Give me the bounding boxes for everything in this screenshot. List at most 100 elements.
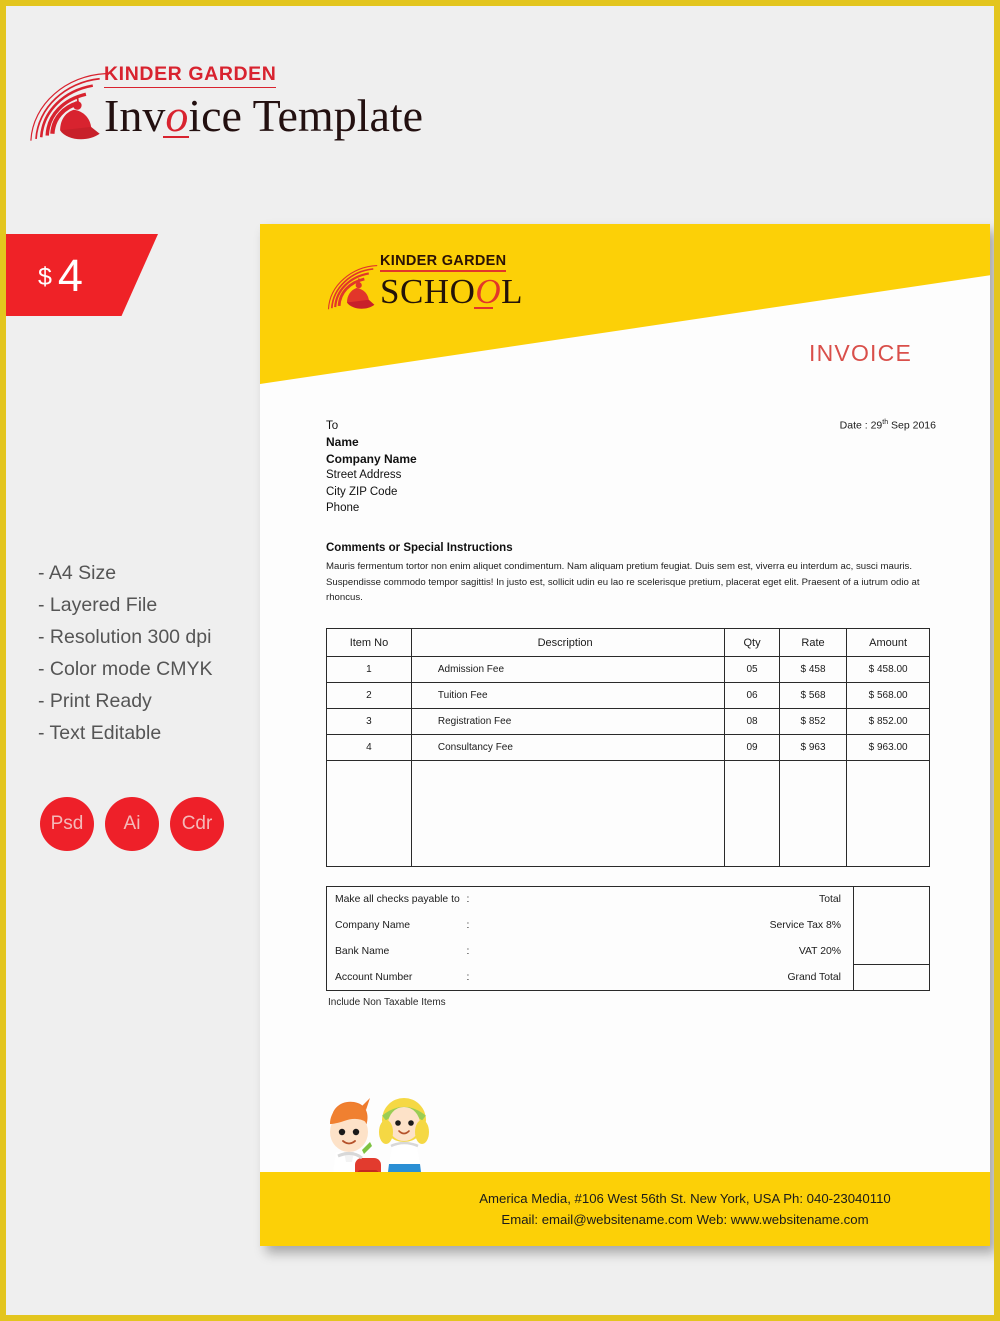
payment-label: Bank Name (326, 938, 467, 965)
list-item: - Text Editable (38, 722, 162, 744)
school-word-part1: SCHO (380, 272, 476, 311)
line-items-table: Item No Description Qty Rate Amount 1 Ad… (326, 628, 930, 867)
cell-rate: $ 458 (778, 656, 848, 683)
payment-value (479, 913, 694, 939)
file-format-badges: Psd Ai Cdr (40, 797, 224, 851)
invoice-date-prefix: Date : 29 (839, 419, 883, 432)
footer-contact-line: Email: email@websitename.com Web: www.we… (501, 1212, 869, 1227)
recipient-street: Street Address (326, 469, 402, 482)
recipient-city-zip: City ZIP Code (326, 485, 398, 498)
cell-description: Tuition Fee (410, 682, 726, 709)
invoice-date: Date : 29th Sep 2016 (840, 419, 936, 432)
column-header-amount: Amount (846, 628, 930, 657)
invoice-date-suffix: Sep 2016 (888, 419, 936, 432)
column-header-qty: Qty (724, 628, 780, 657)
school-word-accent-o: O (474, 272, 502, 311)
cell-empty (778, 760, 848, 867)
cell-description: Registration Fee (410, 708, 726, 735)
promo-brand-line: KINDER GARDEN (104, 63, 277, 89)
payment-label: Make all checks payable to (326, 886, 467, 913)
cell-item-no: 1 (326, 656, 412, 683)
school-brand-line: KINDER GARDEN (380, 253, 507, 272)
payment-value (479, 939, 694, 965)
invoice-footer-text: America Media, #106 West 56th St. New Yo… (359, 1188, 891, 1230)
payment-value (478, 964, 694, 991)
table-body: 1 Admission Fee 05 $ 458 $ 458.00 2 Tuit… (326, 656, 930, 867)
cell-empty (410, 760, 726, 867)
list-item: - A4 Size (38, 562, 117, 584)
cell-qty: 06 (724, 682, 780, 709)
cell-amount: $ 458.00 (846, 656, 930, 683)
to-label: To (326, 420, 339, 432)
payment-summary-table: Make all checks payable to : Total Compa… (326, 886, 930, 991)
cell-rate: $ 568 (778, 682, 848, 709)
summary-value (853, 964, 930, 991)
invoice-document: KINDER GARDEN SCHOOL INVOICE Date : 29th… (260, 224, 990, 1246)
summary-label: Grand Total (693, 964, 854, 991)
promo-header: KINDER GARDEN Invoice Template (24, 56, 454, 166)
payment-colon: : (466, 946, 470, 957)
payment-summary-body: Make all checks payable to : Total Compa… (326, 886, 930, 991)
cell-description: Consultancy Fee (410, 734, 726, 761)
column-header-item-no: Item No (326, 628, 412, 657)
cell-empty (724, 760, 780, 867)
list-item: - Color mode CMYK (38, 658, 213, 680)
list-item: - Print Ready (38, 690, 152, 712)
payment-colon: : (466, 920, 470, 931)
school-word-part2: L (501, 272, 524, 311)
payment-label: Account Number (326, 964, 467, 991)
price-currency: $ (38, 262, 52, 291)
recipient-company: Company Name (326, 451, 417, 466)
summary-label: Service Tax 8% (693, 912, 854, 939)
footer-address-line: America Media, #106 West 56th St. New Yo… (479, 1191, 891, 1206)
format-badge-ai: Ai (105, 797, 159, 851)
table-row: Bank Name : VAT 20% (326, 938, 930, 965)
summary-value (853, 886, 930, 965)
list-item: - Resolution 300 dpi (38, 626, 212, 648)
swirl-logo-icon (30, 72, 106, 141)
comments-section: Comments or Special Instructions Mauris … (326, 542, 932, 606)
promo-title-part2: ice Template (188, 90, 424, 142)
comments-heading: Comments or Special Instructions (326, 542, 513, 554)
poster-canvas: KINDER GARDEN Invoice Template $ 4 - A4 … (0, 0, 1000, 1321)
page-title: Invoice Template (104, 90, 424, 142)
invoice-heading: INVOICE (809, 340, 912, 366)
column-header-description: Description (410, 628, 726, 657)
cell-item-no: 3 (326, 708, 412, 735)
cell-amount: $ 963.00 (846, 734, 930, 761)
cell-empty (846, 760, 930, 867)
invoice-footer: America Media, #106 West 56th St. New Yo… (260, 1172, 990, 1246)
list-item: - Layered File (38, 594, 158, 616)
column-header-rate: Rate (778, 628, 848, 657)
cell-qty: 09 (724, 734, 780, 761)
table-header: Item No Description Qty Rate Amount (326, 628, 930, 657)
table-row: Make all checks payable to : Total (326, 886, 930, 965)
school-logo-text: KINDER GARDEN SCHOOL (380, 252, 523, 311)
cell-description: Admission Fee (410, 656, 726, 683)
cell-amount: $ 568.00 (846, 682, 930, 709)
table-row: 1 Admission Fee 05 $ 458 $ 458.00 (326, 656, 930, 683)
table-row: 4 Consultancy Fee 09 $ 963 $ 963.00 (326, 734, 930, 761)
cell-item-no: 4 (326, 734, 412, 761)
payment-value (478, 886, 694, 913)
non-taxable-note: Include Non Taxable Items (328, 997, 446, 1008)
recipient-phone: Phone (326, 502, 360, 515)
table-row: Account Number : Grand Total (326, 964, 930, 991)
promo-title-accent-o: o (163, 90, 190, 142)
price-amount: 4 (57, 249, 83, 301)
payment-colon: : (466, 886, 479, 913)
comments-body: Mauris fermentum tortor non enim aliquet… (326, 561, 920, 604)
summary-label: Total (693, 886, 854, 913)
cell-rate: $ 852 (778, 708, 848, 735)
summary-label: VAT 20% (693, 938, 854, 965)
cell-item-no: 2 (326, 682, 412, 709)
recipient-name: Name (326, 435, 359, 450)
table-row: 2 Tuition Fee 06 $ 568 $ 568.00 (326, 682, 930, 709)
promo-text-block: KINDER GARDEN Invoice Template (104, 63, 424, 142)
price-badge: $ 4 (6, 234, 158, 316)
format-badge-psd: Psd (40, 797, 94, 851)
cell-empty (326, 760, 412, 867)
feature-list: - A4 Size - Layered File - Resolution 30… (38, 557, 268, 749)
cell-qty: 08 (724, 708, 780, 735)
cell-amount: $ 852.00 (846, 708, 930, 735)
